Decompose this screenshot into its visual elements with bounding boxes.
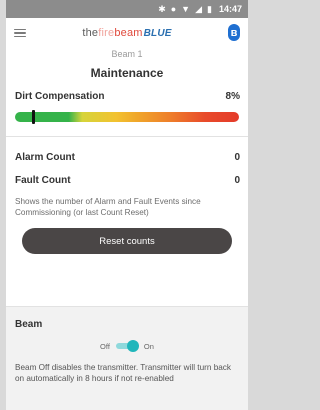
toggle-off-label: Off (100, 341, 110, 351)
gauge-pointer (32, 110, 35, 124)
battery-icon: ▮ (207, 3, 212, 14)
reset-counts-button[interactable]: Reset counts (22, 228, 232, 254)
beam-toggle-row: Off On (6, 340, 248, 352)
beam-section: Beam Off On Beam Off disables the transm… (6, 306, 248, 410)
bluetooth-icon[interactable]: ʙ (228, 24, 240, 41)
wifi-icon: ▼ (181, 3, 191, 14)
alarm-count-row: Alarm Count 0 (6, 152, 248, 163)
alarm-count-value: 0 (234, 152, 240, 163)
fault-count-row: Fault Count 0 (6, 175, 248, 186)
beam-description: Beam Off disables the transmitter. Trans… (15, 363, 231, 383)
logo-text-beam: beam (114, 27, 143, 39)
hamburger-menu-icon[interactable] (14, 28, 26, 38)
signal-icon: ◢ (195, 3, 203, 14)
toggle-on-label: On (143, 341, 154, 351)
bluetooth-icon: ✱ (158, 3, 166, 14)
do-not-disturb-icon: ● (170, 3, 177, 14)
toggle-knob (126, 340, 139, 352)
phone-screen: ✱ ● ▼ ◢ ▮ 14:47 thefirebeamBLUE ʙ Beam 1… (6, 0, 248, 410)
page-title: Maintenance (90, 66, 164, 80)
counts-description: Shows the number of Alarm and Fault Even… (15, 197, 201, 217)
app-bar: thefirebeamBLUE ʙ (6, 18, 248, 48)
fault-count-value: 0 (234, 175, 240, 186)
dirt-compensation-value: 8% (225, 91, 240, 102)
divider (6, 136, 248, 137)
beam-toggle[interactable] (115, 340, 139, 352)
app-logo: thefirebeamBLUE (6, 27, 248, 39)
status-time: 14:47 (218, 4, 242, 14)
beam-name: Beam 1 (111, 49, 143, 59)
logo-text-blue: BLUE (143, 28, 172, 39)
dirt-compensation-row: Dirt Compensation 8% (6, 91, 248, 102)
beam-section-title: Beam (15, 319, 43, 330)
dirt-compensation-label: Dirt Compensation (15, 91, 105, 102)
status-bar: ✱ ● ▼ ◢ ▮ 14:47 (6, 0, 248, 18)
logo-text-fire: fire (98, 27, 115, 39)
fault-count-label: Fault Count (15, 175, 71, 186)
logo-text-the: the (82, 27, 99, 39)
alarm-count-label: Alarm Count (15, 152, 75, 163)
dirt-compensation-gauge (15, 110, 239, 124)
